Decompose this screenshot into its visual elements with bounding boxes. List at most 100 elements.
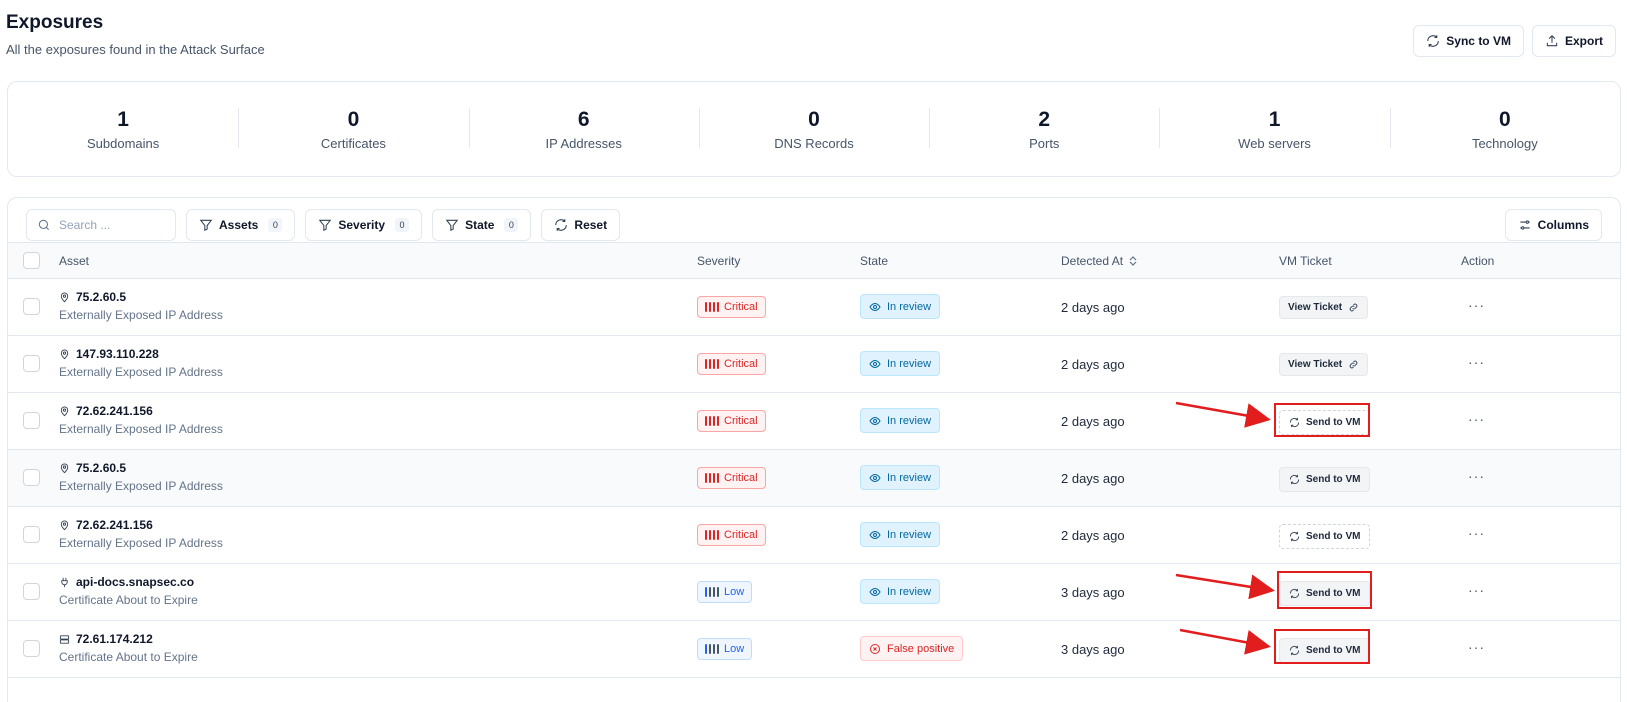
- eye-icon: [869, 473, 881, 482]
- column-header-asset[interactable]: Asset: [59, 254, 89, 268]
- asset-name[interactable]: 75.2.60.5: [59, 461, 223, 475]
- stat-value: 6: [577, 108, 590, 131]
- filter-severity-button[interactable]: Severity 0: [305, 209, 423, 241]
- state-badge[interactable]: In review: [860, 465, 941, 490]
- asset-name-text: 75.2.60.5: [76, 290, 127, 304]
- column-header-detected-at[interactable]: Detected At: [1061, 254, 1137, 268]
- detected-at: 2 days ago: [1061, 300, 1125, 315]
- search-input[interactable]: [59, 218, 159, 232]
- asset-name[interactable]: 72.62.241.156: [59, 404, 223, 418]
- table-row[interactable]: 75.2.60.5 Externally Exposed IP Address …: [8, 279, 1620, 336]
- severity-label: Critical: [724, 358, 758, 370]
- state-cell: In review: [860, 465, 941, 490]
- stat-ports: 2 Ports: [929, 108, 1159, 151]
- state-badge[interactable]: In review: [860, 522, 941, 547]
- table-header: Asset Severity State Detected At VM Tick…: [8, 242, 1620, 279]
- asset-name-text: api-docs.snapsec.co: [76, 575, 195, 589]
- vm-ticket-cell: View Ticket: [1279, 296, 1369, 319]
- asset-name[interactable]: 147.93.110.228: [59, 347, 223, 361]
- asset-name[interactable]: 75.2.60.5: [59, 290, 223, 304]
- view-ticket-button[interactable]: View Ticket: [1279, 296, 1369, 319]
- filter-icon: [319, 219, 332, 232]
- row-checkbox[interactable]: [23, 583, 40, 600]
- stat-web-servers: 1 Web servers: [1159, 108, 1389, 151]
- stat-value: 1: [117, 108, 129, 131]
- filter-label: State: [465, 218, 495, 232]
- state-badge[interactable]: False positive: [860, 636, 964, 661]
- row-actions-button[interactable]: ···: [1468, 468, 1485, 484]
- table-row[interactable]: api-docs.snapsec.co Certificate About to…: [8, 564, 1620, 621]
- state-label: In review: [887, 300, 932, 313]
- asset-name[interactable]: 72.61.174.212: [59, 632, 198, 646]
- stat-ip-addresses: 6 IP Addresses: [468, 108, 699, 151]
- severity-badge: Low: [697, 581, 753, 603]
- state-badge[interactable]: In review: [860, 294, 941, 319]
- row-actions-button[interactable]: ···: [1468, 639, 1485, 655]
- severity-label: Critical: [724, 415, 758, 427]
- state-badge[interactable]: In review: [860, 408, 941, 433]
- asset-name-text: 72.61.174.212: [76, 632, 153, 646]
- row-checkbox[interactable]: [23, 526, 40, 543]
- export-button[interactable]: Export: [1531, 25, 1616, 57]
- asset-name[interactable]: api-docs.snapsec.co: [59, 575, 198, 589]
- map-pin-icon: [60, 349, 69, 359]
- asset-name[interactable]: 72.62.241.156: [59, 518, 223, 532]
- detected-at: 2 days ago: [1061, 471, 1125, 486]
- row-actions-button[interactable]: ···: [1468, 411, 1485, 427]
- severity-label: Low: [724, 586, 745, 598]
- eye-icon: [869, 359, 881, 368]
- row-checkbox[interactable]: [23, 355, 40, 372]
- select-all-checkbox[interactable]: [23, 252, 40, 269]
- severity-bars-icon: [705, 416, 719, 426]
- table-row[interactable]: 72.61.174.212 Certificate About to Expir…: [8, 621, 1620, 678]
- send-to-vm-button[interactable]: Send to VM: [1279, 524, 1371, 549]
- row-checkbox[interactable]: [23, 412, 40, 429]
- asset-cell: 72.61.174.212 Certificate About to Expir…: [59, 632, 198, 664]
- columns-button[interactable]: Columns: [1504, 209, 1602, 241]
- sort-icon: [1129, 256, 1137, 266]
- row-actions-button[interactable]: ···: [1468, 525, 1485, 541]
- refresh-icon: [1289, 474, 1300, 485]
- state-label: In review: [887, 471, 932, 484]
- search-box[interactable]: [26, 209, 176, 241]
- table-row[interactable]: 75.2.60.5 Externally Exposed IP Address …: [8, 450, 1620, 507]
- vm-ticket-cell: View Ticket: [1279, 353, 1369, 376]
- asset-cell: 75.2.60.5 Externally Exposed IP Address: [59, 290, 223, 322]
- stat-value: 1: [1268, 108, 1281, 131]
- send-to-vm-button[interactable]: Send to VM: [1279, 467, 1371, 492]
- row-actions-button[interactable]: ···: [1468, 297, 1485, 313]
- filter-state-button[interactable]: State 0: [432, 209, 532, 241]
- server-icon: [59, 634, 70, 644]
- asset-cell: api-docs.snapsec.co Certificate About to…: [59, 575, 198, 607]
- severity-cell: Low: [697, 638, 753, 660]
- row-actions-button[interactable]: ···: [1468, 354, 1485, 370]
- state-badge[interactable]: In review: [860, 351, 941, 376]
- row-checkbox[interactable]: [23, 640, 40, 657]
- row-actions-button[interactable]: ···: [1468, 582, 1485, 598]
- state-cell: In review: [860, 408, 941, 433]
- asset-name-text: 72.62.241.156: [76, 518, 153, 532]
- table-row[interactable]: 72.62.241.156 Externally Exposed IP Addr…: [8, 507, 1620, 564]
- annotation-highlight-box: [1274, 403, 1370, 437]
- asset-cell: 72.62.241.156 Externally Exposed IP Addr…: [59, 518, 223, 550]
- table-row[interactable]: 72.62.241.156 Externally Exposed IP Addr…: [8, 393, 1620, 450]
- severity-badge: Critical: [697, 353, 766, 375]
- export-label: Export: [1564, 34, 1603, 48]
- severity-cell: Low: [697, 581, 753, 603]
- stat-label: Ports: [1029, 136, 1060, 151]
- row-checkbox[interactable]: [23, 469, 40, 486]
- column-header-severity[interactable]: Severity: [697, 254, 740, 268]
- filter-count: 0: [268, 218, 283, 232]
- sync-to-vm-button[interactable]: Sync to VM: [1413, 25, 1524, 57]
- view-ticket-button[interactable]: View Ticket: [1279, 353, 1369, 376]
- column-header-state[interactable]: State: [860, 254, 888, 268]
- reset-button[interactable]: Reset: [541, 209, 621, 241]
- row-checkbox[interactable]: [23, 298, 40, 315]
- severity-bars-icon: [705, 644, 719, 654]
- table-row[interactable]: 147.93.110.228 Externally Exposed IP Add…: [8, 336, 1620, 393]
- filter-assets-button[interactable]: Assets 0: [186, 209, 296, 241]
- column-header-label: Detected At: [1061, 254, 1124, 268]
- stats-card: 1 Subdomains 0 Certificates 6 IP Address…: [7, 81, 1621, 177]
- column-header-vm-ticket[interactable]: VM Ticket: [1279, 254, 1332, 268]
- state-badge[interactable]: In review: [860, 579, 941, 604]
